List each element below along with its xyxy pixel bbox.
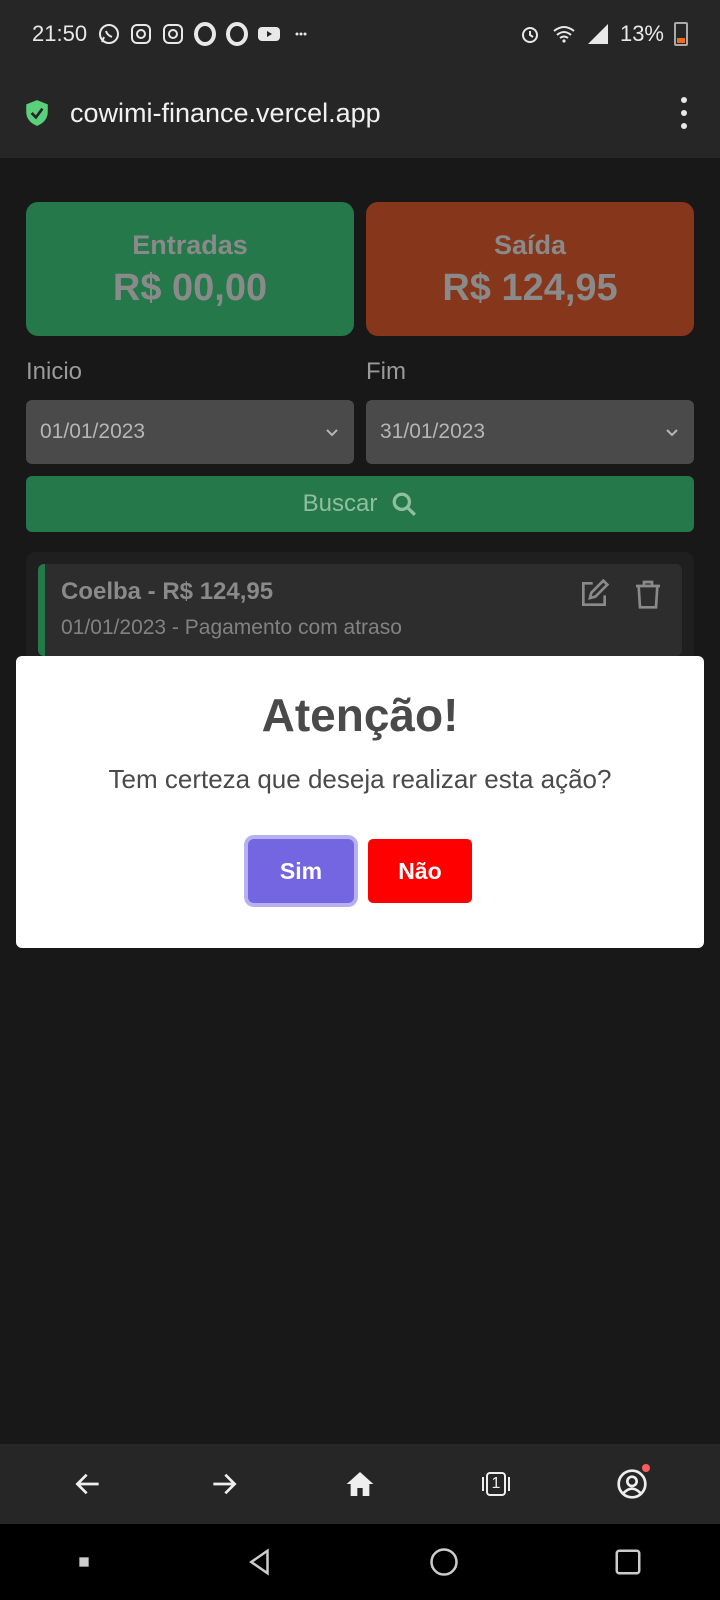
start-date-select[interactable]: 01/01/2023 [26, 400, 354, 464]
chevron-down-icon [326, 429, 338, 437]
battery-percent: 13% [619, 21, 664, 46]
alarm-icon [521, 27, 538, 43]
dialog-title: Atenção! [261, 689, 459, 741]
back-button[interactable] [68, 1464, 108, 1504]
browser-toolbar: 1 [0, 1444, 720, 1524]
start-date-label: Inicio [26, 358, 83, 385]
square-small-icon [79, 1557, 89, 1567]
income-label: Entradas [132, 230, 248, 260]
instagram-icon [163, 24, 184, 44]
more-dots-icon [295, 32, 307, 36]
arrow-left-icon [75, 1473, 99, 1495]
nav-home-icon[interactable] [429, 1547, 459, 1577]
opera-icon [226, 22, 249, 46]
arrow-right-icon [213, 1473, 237, 1495]
opera-icon [194, 22, 217, 46]
cancel-button[interactable]: Não [368, 839, 472, 903]
transaction-subtitle: 01/01/2023 - Pagamento com atraso [61, 616, 402, 639]
income-card: Entradas R$ 00,00 [26, 202, 354, 336]
end-date-value: 31/01/2023 [380, 420, 486, 443]
expense-label: Saída [493, 230, 567, 260]
status-time: 21:50 [32, 21, 88, 46]
transaction-title: Coelba - R$ 124,95 [61, 578, 274, 605]
notification-icons [97, 22, 313, 46]
expense-card: Saída R$ 124,95 [366, 202, 694, 336]
edit-icon[interactable] [578, 578, 610, 610]
tab-count: 1 [491, 1475, 501, 1492]
notification-dot [642, 1464, 650, 1472]
signal-icon [587, 24, 608, 44]
forward-button[interactable] [204, 1464, 244, 1504]
chevron-down-icon [666, 429, 678, 437]
search-button-label: Buscar [302, 490, 378, 517]
list-item: Coelba - R$ 124,95 01/01/2023 - Pagament… [38, 564, 682, 656]
system-nav-bar [0, 1524, 720, 1600]
nav-recents-icon[interactable] [613, 1547, 643, 1577]
income-value: R$ 00,00 [112, 267, 268, 309]
browser-menu-icon[interactable] [672, 93, 696, 133]
youtube-icon [258, 27, 281, 41]
account-icon [617, 1469, 647, 1499]
status-bar: 21:50 13% [0, 0, 720, 68]
trash-icon[interactable] [632, 578, 664, 610]
expense-value: R$ 124,95 [442, 267, 618, 309]
account-button[interactable] [612, 1464, 652, 1504]
battery-icon [674, 22, 688, 46]
dialog-message: Tem certeza que deseja realizar esta açã… [108, 764, 612, 794]
instagram-icon [131, 24, 152, 44]
search-icon [392, 492, 417, 516]
home-icon [346, 1472, 374, 1496]
search-button[interactable]: Buscar [26, 476, 694, 532]
url-text[interactable]: cowimi-finance.vercel.app [70, 98, 381, 129]
start-date-value: 01/01/2023 [40, 420, 146, 443]
end-date-label: Fim [366, 358, 406, 385]
end-date-select[interactable]: 31/01/2023 [366, 400, 694, 464]
home-button[interactable] [340, 1464, 380, 1504]
tabs-button[interactable]: 1 [476, 1464, 516, 1504]
wifi-icon [553, 26, 575, 43]
whatsapp-icon [99, 24, 120, 44]
system-icons: 13% [518, 21, 688, 47]
transaction-actions [578, 578, 664, 610]
nav-back-icon[interactable] [245, 1547, 275, 1577]
browser-url-bar[interactable]: cowimi-finance.vercel.app [0, 68, 720, 158]
confirm-button[interactable]: Sim [248, 839, 354, 903]
secure-shield-icon [26, 100, 48, 126]
confirm-dialog: Atenção! Tem certeza que deseja realizar… [16, 656, 704, 948]
dialog-buttons: Sim Não [16, 839, 704, 903]
